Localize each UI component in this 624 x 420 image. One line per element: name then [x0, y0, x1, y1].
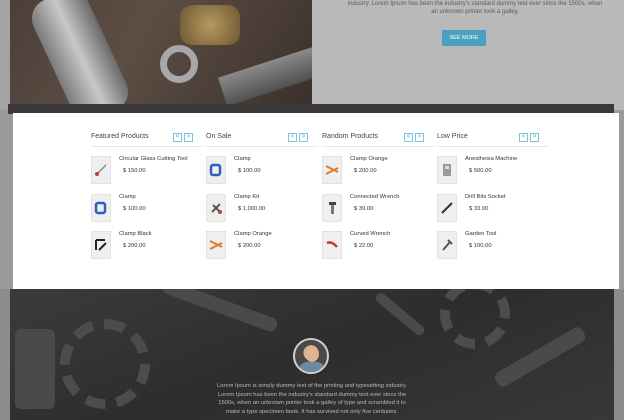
- carousel-arrows: < >: [288, 133, 308, 142]
- product-name[interactable]: Connected Wrench: [350, 194, 400, 200]
- product-name[interactable]: Anesthesia Machine: [465, 156, 517, 162]
- prev-arrow-icon[interactable]: <: [519, 133, 528, 142]
- next-arrow-icon[interactable]: >: [530, 133, 539, 142]
- product-price: $ 39.00: [354, 206, 374, 212]
- testimonial-text: Lorem Ipsum is simply dummy text of the …: [217, 383, 407, 415]
- product-name[interactable]: Clamp Orange: [234, 231, 272, 237]
- product-price: $ 500.00: [469, 168, 492, 174]
- column-title: Random Products: [322, 133, 379, 140]
- product-name[interactable]: Garden Tool: [465, 231, 496, 237]
- curved-wrench-icon[interactable]: [322, 231, 342, 259]
- column-title: On Sale: [206, 133, 232, 140]
- product-price: $ 150.00: [123, 168, 146, 174]
- product-price: $ 22.00: [354, 243, 374, 249]
- see-more-button[interactable]: SEE MORE: [442, 30, 486, 46]
- column-title: Featured Products: [91, 133, 149, 140]
- prev-arrow-icon[interactable]: <: [288, 133, 297, 142]
- product-item[interactable]: Circular Glass Cutting Tool $ 150.00: [91, 156, 203, 186]
- product-price: $ 100.00: [123, 206, 146, 212]
- product-item[interactable]: Clamp Orange $ 200.00: [322, 156, 434, 186]
- product-name[interactable]: Circular Glass Cutting Tool: [119, 156, 188, 162]
- hero-banner: [0, 0, 624, 110]
- next-arrow-icon[interactable]: >: [299, 133, 308, 142]
- product-item[interactable]: Garden Tool $ 100.00: [437, 231, 549, 261]
- prev-arrow-icon[interactable]: <: [404, 133, 413, 142]
- carousel-arrows: < >: [519, 133, 539, 142]
- column-header: Random Products < >: [322, 133, 434, 145]
- column-header: Featured Products < >: [91, 133, 203, 145]
- product-item[interactable]: Connected Wrench $ 39.00: [322, 194, 434, 224]
- product-price: $ 1,000.00: [238, 206, 266, 212]
- product-name[interactable]: Clamp: [119, 194, 136, 200]
- carousel-arrows: < >: [404, 133, 424, 142]
- product-item[interactable]: Drill Bits Socket $ 33.00: [437, 194, 549, 224]
- carousel-arrows: < >: [173, 133, 193, 142]
- product-item[interactable]: Clamp Orange $ 200.00: [206, 231, 318, 261]
- column-header: On Sale < >: [206, 133, 318, 145]
- prev-arrow-icon[interactable]: <: [173, 133, 182, 142]
- product-item[interactable]: Clamp Black $ 200.00: [91, 231, 203, 261]
- next-arrow-icon[interactable]: >: [184, 133, 193, 142]
- clamp-icon[interactable]: [91, 194, 111, 222]
- hero-description: industry. Lorem Ipsum has been the indus…: [347, 1, 603, 15]
- product-name[interactable]: Clamp Kit: [234, 194, 259, 200]
- product-price: $ 200.00: [354, 168, 377, 174]
- glass-cutter-icon[interactable]: [91, 156, 111, 184]
- clamp-kit-icon[interactable]: [206, 194, 226, 222]
- column-title: Low Price: [437, 133, 468, 140]
- product-item[interactable]: Clamp $ 100.00: [206, 156, 318, 186]
- product-item[interactable]: Clamp $ 100.00: [91, 194, 203, 224]
- column-header: Low Price < >: [437, 133, 549, 145]
- product-price: $ 100.00: [238, 168, 261, 174]
- product-name[interactable]: Clamp Black: [119, 231, 152, 237]
- product-item[interactable]: Curved Wrench $ 22.00: [322, 231, 434, 261]
- wrench-icon[interactable]: [322, 194, 342, 222]
- product-name[interactable]: Drill Bits Socket: [465, 194, 506, 200]
- clamp-icon[interactable]: [206, 156, 226, 184]
- product-item[interactable]: Clamp Kit $ 1,000.00: [206, 194, 318, 224]
- product-name[interactable]: Clamp Orange: [350, 156, 388, 162]
- tools-photo: [10, 0, 312, 110]
- machine-icon[interactable]: [437, 156, 457, 184]
- product-price: $ 100.00: [469, 243, 492, 249]
- next-arrow-icon[interactable]: >: [415, 133, 424, 142]
- product-price: $ 200.00: [238, 243, 261, 249]
- clamp-black-icon[interactable]: [91, 231, 111, 259]
- drill-bit-icon[interactable]: [437, 194, 457, 222]
- garden-tool-icon[interactable]: [437, 231, 457, 259]
- product-name[interactable]: Curved Wrench: [350, 231, 390, 237]
- avatar: [293, 338, 329, 374]
- product-price: $ 200.00: [123, 243, 146, 249]
- clamp-orange-icon[interactable]: [322, 156, 342, 184]
- product-name[interactable]: Clamp: [234, 156, 251, 162]
- product-widgets: Featured Products < > Circular Glass Cut…: [13, 113, 619, 289]
- product-price: $ 33.00: [469, 206, 489, 212]
- clamp-orange-icon[interactable]: [206, 231, 226, 259]
- hero-text-panel: [312, 0, 624, 110]
- product-item[interactable]: Anesthesia Machine $ 500.00: [437, 156, 549, 186]
